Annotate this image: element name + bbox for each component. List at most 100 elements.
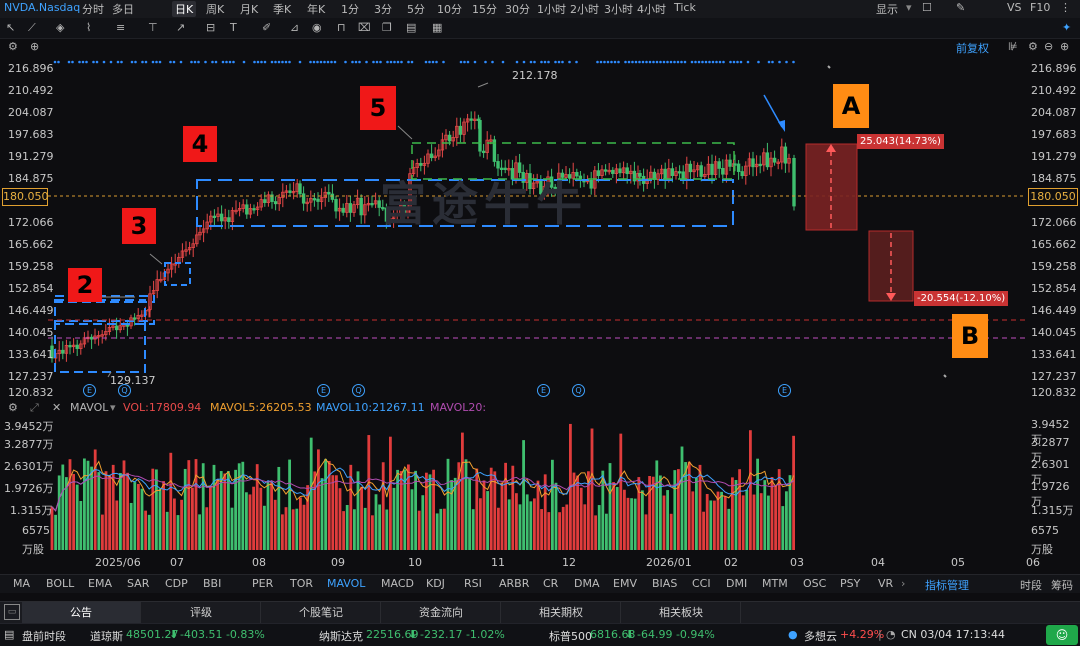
indicator-tab[interactable]: SAR bbox=[127, 577, 149, 590]
panel-toggle-icon[interactable]: ▭ bbox=[4, 604, 20, 620]
settings-icon[interactable]: ⚙ bbox=[1028, 40, 1038, 53]
chart-type-icon[interactable]: ⊯ bbox=[1008, 40, 1018, 53]
chevron-down-icon[interactable]: ▾ bbox=[110, 401, 116, 414]
expand-icon[interactable]: ⤢ bbox=[30, 401, 39, 415]
indicator-tab[interactable]: BIAS bbox=[652, 577, 677, 590]
gear-icon[interactable]: ⚙ bbox=[8, 40, 18, 53]
arrow-tool-icon[interactable]: ↗ bbox=[176, 21, 185, 34]
indicator-tab[interactable]: OSC bbox=[803, 577, 826, 590]
indicator-tab[interactable]: BBI bbox=[203, 577, 221, 590]
tab-sectors[interactable]: 相关板块 bbox=[622, 602, 741, 624]
tab-notes[interactable]: 个股笔记 bbox=[262, 602, 381, 624]
tab-timeframe[interactable]: 2小时 bbox=[570, 1, 599, 17]
maximize-icon[interactable]: ⊕ bbox=[1060, 40, 1069, 53]
volume-chart[interactable] bbox=[0, 418, 1080, 556]
symbol-label[interactable]: NVDA.Nasdaq bbox=[4, 1, 80, 14]
display-menu[interactable]: 显示 bbox=[876, 1, 898, 17]
indicator-tab-active[interactable]: MAVOL bbox=[327, 577, 365, 590]
tab-timeframe[interactable]: 1小时 bbox=[537, 1, 566, 17]
tab-timeframe[interactable]: 季K bbox=[273, 1, 291, 17]
indicator-manage-button[interactable]: 指标管理 bbox=[925, 577, 969, 593]
close-icon[interactable]: ✕ bbox=[52, 401, 61, 414]
nasdaq-name[interactable]: 纳斯达克 bbox=[319, 628, 363, 644]
shape-tool-icon[interactable]: ◈ bbox=[56, 21, 64, 34]
trash-icon[interactable]: ⌧ bbox=[358, 21, 371, 34]
f10-button[interactable]: F10 bbox=[1030, 1, 1050, 14]
tab-timeframe[interactable]: 分时 bbox=[82, 1, 104, 17]
indicator-tab[interactable]: DMA bbox=[574, 577, 600, 590]
quarter-report-icon[interactable]: Q bbox=[118, 384, 131, 397]
cloud-name[interactable]: 多想云 bbox=[804, 628, 837, 644]
indicator-tab[interactable]: MTM bbox=[762, 577, 788, 590]
layer-icon[interactable]: ▤ bbox=[406, 21, 416, 34]
chevron-right-icon[interactable]: › bbox=[901, 577, 905, 590]
gear-icon[interactable]: ⚙ bbox=[8, 401, 18, 414]
fib-tool-icon[interactable]: ⊤ bbox=[148, 21, 158, 34]
copy-icon[interactable]: ❐ bbox=[382, 21, 392, 34]
tab-timeframe[interactable]: 4小时 bbox=[637, 1, 666, 17]
chevron-down-icon[interactable]: ▾ bbox=[906, 1, 912, 14]
indicator-tab[interactable]: MA bbox=[13, 577, 30, 590]
text-tool-icon[interactable]: T bbox=[230, 21, 237, 34]
add-icon[interactable]: ⊕ bbox=[30, 40, 39, 53]
tab-options[interactable]: 相关期权 bbox=[502, 602, 621, 624]
tab-announcements[interactable]: 公告 bbox=[22, 602, 141, 624]
earnings-icon[interactable]: E bbox=[537, 384, 550, 397]
tab-timeframe[interactable]: 月K bbox=[240, 1, 258, 17]
indicator-tab[interactable]: RSI bbox=[464, 577, 482, 590]
indicator-tab[interactable]: PER bbox=[252, 577, 273, 590]
minimize-icon[interactable]: ⊖ bbox=[1044, 40, 1053, 53]
brush-tool-icon[interactable]: ✐ bbox=[262, 21, 271, 34]
lock-icon[interactable]: ⊓ bbox=[337, 21, 346, 34]
tab-timeframe[interactable]: 3小时 bbox=[604, 1, 633, 17]
indicator-tab[interactable]: DMI bbox=[726, 577, 747, 590]
more-icon[interactable]: ⋮ bbox=[1060, 1, 1071, 14]
tab-timeframe[interactable]: Tick bbox=[674, 1, 696, 14]
tab-ratings[interactable]: 评级 bbox=[142, 602, 261, 624]
indicator-tab[interactable]: VR bbox=[878, 577, 893, 590]
measure-tool-icon[interactable]: ⊟ bbox=[206, 21, 215, 34]
indicator-select[interactable]: MAVOL bbox=[70, 401, 108, 414]
dow-name[interactable]: 道琼斯 bbox=[90, 628, 123, 644]
sp500-name[interactable]: 标普500 bbox=[549, 628, 592, 644]
grid-icon[interactable]: ▦ bbox=[432, 21, 442, 34]
tab-timeframe[interactable]: 年K bbox=[307, 1, 325, 17]
indicator-tab[interactable]: BOLL bbox=[46, 577, 74, 590]
indicator-tab[interactable]: ARBR bbox=[499, 577, 529, 590]
tab-timeframe[interactable]: 多日 bbox=[112, 1, 134, 17]
earnings-icon[interactable]: E bbox=[83, 384, 96, 397]
earnings-icon[interactable]: E bbox=[778, 384, 791, 397]
quarter-report-icon[interactable]: Q bbox=[352, 384, 365, 397]
chat-icon[interactable]: ☺ bbox=[1046, 625, 1078, 645]
checkbox-icon[interactable]: ☐ bbox=[922, 1, 932, 14]
tab-timeframe-active[interactable]: 日K bbox=[172, 1, 197, 17]
line-tool-icon[interactable]: ⟋ bbox=[28, 21, 36, 35]
tab-timeframe[interactable]: 30分 bbox=[505, 1, 530, 17]
channel-tool-icon[interactable]: ≡ bbox=[116, 21, 125, 34]
indicator-tab[interactable]: KDJ bbox=[426, 577, 445, 590]
tab-timeframe[interactable]: 1分 bbox=[341, 1, 359, 17]
tab-timeframe[interactable]: 15分 bbox=[472, 1, 497, 17]
indicator-tab[interactable]: EMV bbox=[613, 577, 637, 590]
indicator-tab[interactable]: TOR bbox=[290, 577, 313, 590]
quarter-report-icon[interactable]: Q bbox=[572, 384, 585, 397]
indicator-tab[interactable]: MACD bbox=[381, 577, 414, 590]
pen-icon[interactable]: ✎ bbox=[956, 1, 965, 14]
indicator-tab[interactable]: CR bbox=[543, 577, 558, 590]
indicator-tab[interactable]: CCI bbox=[692, 577, 711, 590]
tab-timeframe[interactable]: 5分 bbox=[407, 1, 425, 17]
indicator-tab[interactable]: CDP bbox=[165, 577, 188, 590]
eye-icon[interactable]: ◉ bbox=[312, 21, 322, 34]
ruler-icon[interactable]: ⊿ bbox=[290, 21, 299, 34]
wave-tool-icon[interactable]: ⌇ bbox=[86, 21, 91, 34]
indicator-tab[interactable]: EMA bbox=[88, 577, 112, 590]
session-tab[interactable]: 时段 bbox=[1020, 577, 1042, 593]
earnings-icon[interactable]: E bbox=[317, 384, 330, 397]
tab-timeframe[interactable]: 10分 bbox=[437, 1, 462, 17]
adjust-mode-button[interactable]: 前复权 bbox=[956, 40, 989, 56]
tab-capital-flow[interactable]: 资金流向 bbox=[382, 602, 501, 624]
compare-button[interactable]: VS bbox=[1007, 1, 1022, 14]
indicator-tab[interactable]: PSY bbox=[840, 577, 860, 590]
tab-timeframe[interactable]: 3分 bbox=[374, 1, 392, 17]
pin-icon[interactable]: ✦ bbox=[1062, 21, 1071, 34]
